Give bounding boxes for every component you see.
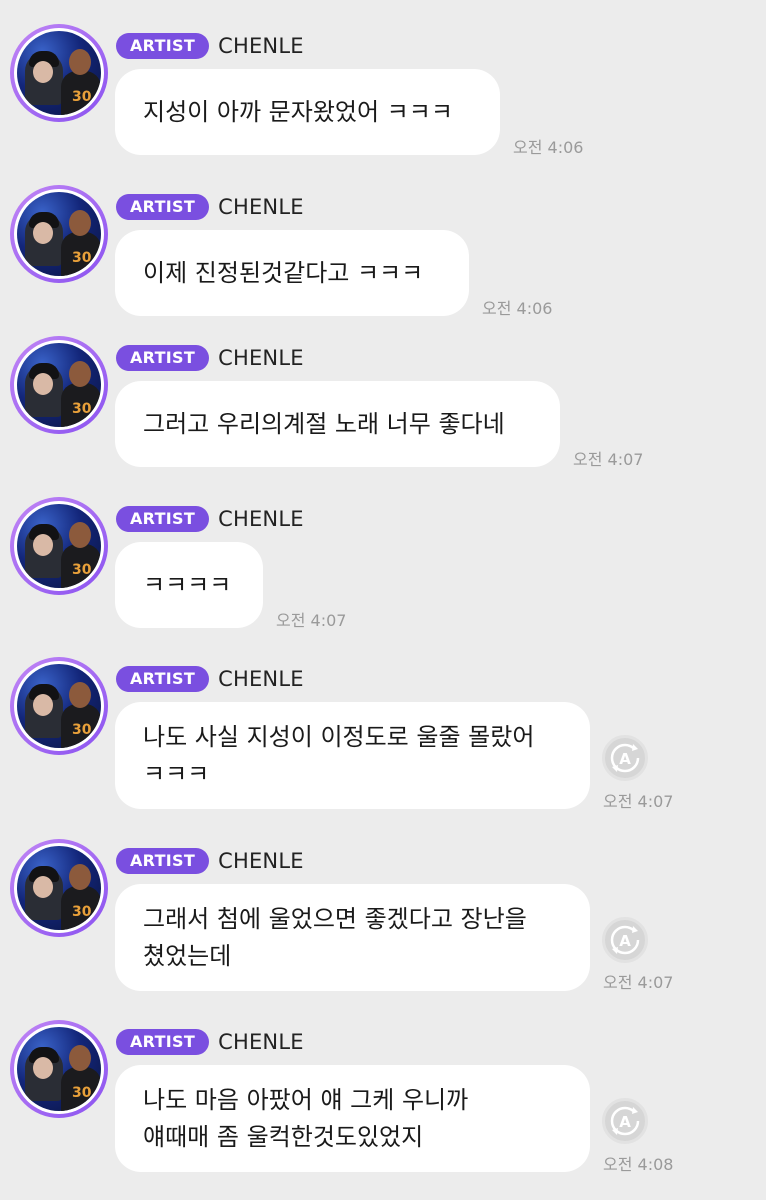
artist-badge: ARTIST — [116, 33, 210, 59]
message-header: ARTIST CHENLE — [116, 848, 304, 874]
message-bubble[interactable]: 나도 마음 아팠어 얘 그케 우니까 얘때매 좀 울컥한것도있었지 — [115, 1065, 590, 1172]
avatar[interactable]: 30 — [10, 657, 108, 755]
avatar-photo: 30 — [17, 192, 101, 276]
sender-name: CHENLE — [218, 34, 304, 58]
svg-text:A: A — [619, 1113, 631, 1131]
avatar[interactable]: 30 — [10, 497, 108, 595]
avatar-photo: 30 — [17, 1027, 101, 1111]
avatar[interactable]: 30 — [10, 24, 108, 122]
avatar-photo: 30 — [17, 31, 101, 115]
sender-name: CHENLE — [218, 849, 304, 873]
message-header: ARTIST CHENLE — [116, 506, 304, 532]
translate-icon[interactable]: A — [602, 917, 648, 963]
message-text: 나도 사실 지성이 이정도로 울줄 몰랐어 ㅋㅋㅋ — [143, 722, 535, 788]
artist-badge: ARTIST — [116, 848, 210, 874]
avatar[interactable]: 30 — [10, 185, 108, 283]
artist-badge: ARTIST — [116, 1029, 210, 1055]
avatar-photo: 30 — [17, 504, 101, 588]
message-text: 이제 진정된것같다고 ㅋㅋㅋ — [143, 258, 424, 287]
message-text: 나도 마음 아팠어 얘 그케 우니까 얘때매 좀 울컥한것도있었지 — [143, 1085, 469, 1151]
message-bubble[interactable]: 그러고 우리의계절 노래 너무 좋다네 — [115, 381, 560, 467]
message-text: 그러고 우리의계절 노래 너무 좋다네 — [143, 409, 505, 438]
message-time: 오전 4:06 — [482, 299, 553, 318]
artist-badge: ARTIST — [116, 194, 210, 220]
message-text: 지성이 아까 문자왔었어 ㅋㅋㅋ — [143, 97, 453, 126]
sender-name: CHENLE — [218, 346, 304, 370]
sender-name: CHENLE — [218, 195, 304, 219]
message-time: 오전 4:08 — [603, 1155, 674, 1174]
message-time: 오전 4:06 — [513, 138, 584, 157]
message-time: 오전 4:07 — [603, 973, 674, 992]
avatar[interactable]: 30 — [10, 1020, 108, 1118]
message-time: 오전 4:07 — [276, 611, 347, 630]
message-bubble[interactable]: 나도 사실 지성이 이정도로 울줄 몰랐어 ㅋㅋㅋ — [115, 702, 590, 809]
sender-name: CHENLE — [218, 667, 304, 691]
message-header: ARTIST CHENLE — [116, 1029, 304, 1055]
message-header: ARTIST CHENLE — [116, 345, 304, 371]
avatar[interactable]: 30 — [10, 839, 108, 937]
message-bubble[interactable]: 그래서 첨에 울었으면 좋겠다고 장난을 쳤었는데 — [115, 884, 590, 991]
message-time: 오전 4:07 — [603, 792, 674, 811]
artist-badge: ARTIST — [116, 506, 210, 532]
translate-icon[interactable]: A — [602, 735, 648, 781]
message-header: ARTIST CHENLE — [116, 666, 304, 692]
artist-badge: ARTIST — [116, 666, 210, 692]
avatar-photo: 30 — [17, 664, 101, 748]
message-text: ㅋㅋㅋㅋ — [143, 570, 232, 599]
avatar-photo: 30 — [17, 846, 101, 930]
message-text: 그래서 첨에 울었으면 좋겠다고 장난을 쳤었는데 — [143, 904, 527, 970]
svg-text:A: A — [619, 750, 631, 768]
message-header: ARTIST CHENLE — [116, 33, 304, 59]
sender-name: CHENLE — [218, 1030, 304, 1054]
message-time: 오전 4:07 — [573, 450, 644, 469]
message-bubble[interactable]: 이제 진정된것같다고 ㅋㅋㅋ — [115, 230, 469, 316]
artist-badge: ARTIST — [116, 345, 210, 371]
translate-icon[interactable]: A — [602, 1098, 648, 1144]
avatar[interactable]: 30 — [10, 336, 108, 434]
svg-text:A: A — [619, 932, 631, 950]
message-bubble[interactable]: 지성이 아까 문자왔었어 ㅋㅋㅋ — [115, 69, 500, 155]
sender-name: CHENLE — [218, 507, 304, 531]
message-header: ARTIST CHENLE — [116, 194, 304, 220]
message-bubble[interactable]: ㅋㅋㅋㅋ — [115, 542, 263, 628]
avatar-photo: 30 — [17, 343, 101, 427]
